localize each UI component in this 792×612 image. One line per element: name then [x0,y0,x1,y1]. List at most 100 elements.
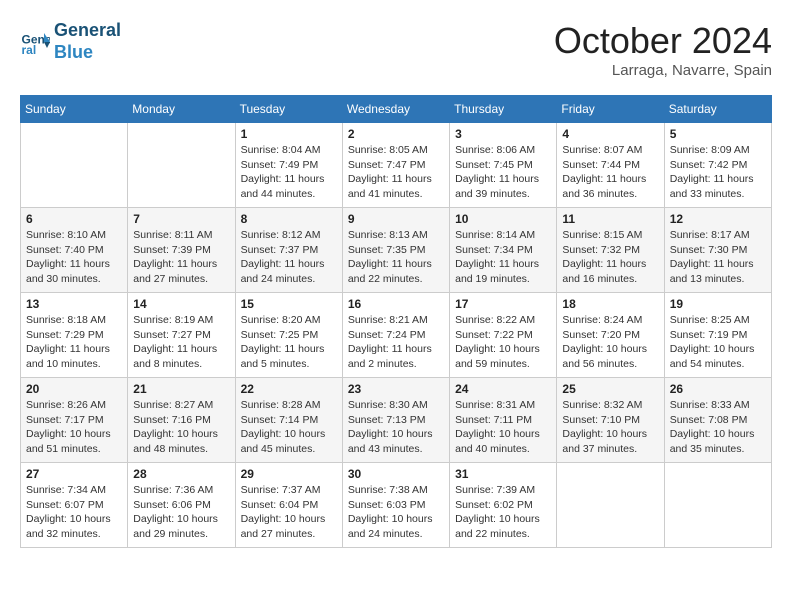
calendar-cell: 30 Sunrise: 7:38 AMSunset: 6:03 PMDayligh… [342,463,449,548]
calendar-cell: 25Sunrise: 8:32 AMSunset: 7:10 PMDayligh… [557,378,664,463]
location: Larraga, Navarre, Spain [554,62,772,79]
calendar-cell: 15 Sunrise: 8:20 AMSunset: 7:25 PMDayligh… [235,293,342,378]
calendar-cell [557,463,664,548]
calendar-cell: 27 Sunrise: 7:34 AMSunset: 6:07 PMDayligh… [21,463,128,548]
cell-content: Sunrise: 8:21 AMSunset: 7:24 PMDaylight:… [348,313,444,372]
title-block: October 2024 Larraga, Navarre, Spain [554,20,772,79]
day-number: 29 [241,467,337,481]
calendar-cell: 9 Sunrise: 8:13 AMSunset: 7:35 PMDaylight… [342,208,449,293]
day-number: 20 [26,382,122,396]
day-number: 14 [133,297,229,311]
logo-text-general: General [54,20,121,42]
day-number: 18 [562,297,658,311]
day-number: 4 [562,127,658,141]
calendar-cell: 31 Sunrise: 7:39 AMSunset: 6:02 PMDayligh… [450,463,557,548]
day-number: 16 [348,297,444,311]
day-header-saturday: Saturday [664,96,771,123]
calendar-cell: 13 Sunrise: 8:18 AMSunset: 7:29 PMDayligh… [21,293,128,378]
calendar-cell: 11Sunrise: 8:15 AMSunset: 7:32 PMDayligh… [557,208,664,293]
svg-text:ral: ral [22,43,37,57]
cell-content: Sunrise: 7:37 AMSunset: 6:04 PMDaylight:… [241,483,337,542]
calendar-cell: 6 Sunrise: 8:10 AMSunset: 7:40 PMDaylight… [21,208,128,293]
day-number: 12 [670,212,766,226]
day-number: 22 [241,382,337,396]
day-number: 5 [670,127,766,141]
day-number: 10 [455,212,551,226]
cell-content: Sunrise: 7:36 AMSunset: 6:06 PMDaylight:… [133,483,229,542]
cell-content: Sunrise: 8:10 AMSunset: 7:40 PMDaylight:… [26,228,122,287]
cell-content: Sunrise: 8:20 AMSunset: 7:25 PMDaylight:… [241,313,337,372]
day-number: 8 [241,212,337,226]
calendar-week-3: 13 Sunrise: 8:18 AMSunset: 7:29 PMDayligh… [21,293,772,378]
calendar-cell: 12Sunrise: 8:17 AMSunset: 7:30 PMDayligh… [664,208,771,293]
calendar-cell: 24 Sunrise: 8:31 AMSunset: 7:11 PMDayligh… [450,378,557,463]
calendar-cell: 29 Sunrise: 7:37 AMSunset: 6:04 PMDayligh… [235,463,342,548]
cell-content: Sunrise: 8:18 AMSunset: 7:29 PMDaylight:… [26,313,122,372]
cell-content: Sunrise: 8:06 AMSunset: 7:45 PMDaylight:… [455,143,551,202]
cell-content: Sunrise: 8:09 AMSunset: 7:42 PMDaylight:… [670,143,766,202]
month-title: October 2024 [554,20,772,62]
calendar-cell: 14 Sunrise: 8:19 AMSunset: 7:27 PMDayligh… [128,293,235,378]
calendar-week-5: 27 Sunrise: 7:34 AMSunset: 6:07 PMDayligh… [21,463,772,548]
day-number: 19 [670,297,766,311]
day-number: 3 [455,127,551,141]
cell-content: Sunrise: 8:12 AMSunset: 7:37 PMDaylight:… [241,228,337,287]
calendar-cell: 18 Sunrise: 8:24 AMSunset: 7:20 PMDayligh… [557,293,664,378]
cell-content: Sunrise: 8:19 AMSunset: 7:27 PMDaylight:… [133,313,229,372]
day-number: 24 [455,382,551,396]
calendar-cell: 3 Sunrise: 8:06 AMSunset: 7:45 PMDaylight… [450,123,557,208]
calendar-cell: 1Sunrise: 8:04 AMSunset: 7:49 PMDaylight… [235,123,342,208]
calendar-cell: 20 Sunrise: 8:26 AMSunset: 7:17 PMDayligh… [21,378,128,463]
day-header-thursday: Thursday [450,96,557,123]
calendar-cell: 22 Sunrise: 8:28 AMSunset: 7:14 PMDayligh… [235,378,342,463]
calendar-week-1: 1Sunrise: 8:04 AMSunset: 7:49 PMDaylight… [21,123,772,208]
calendar-week-2: 6 Sunrise: 8:10 AMSunset: 7:40 PMDaylight… [21,208,772,293]
day-header-friday: Friday [557,96,664,123]
calendar-cell: 28Sunrise: 7:36 AMSunset: 6:06 PMDayligh… [128,463,235,548]
page-header: Gene ral General Blue October 2024 Larra… [20,20,772,79]
calendar-cell: 10 Sunrise: 8:14 AMSunset: 7:34 PMDayligh… [450,208,557,293]
cell-content: Sunrise: 8:28 AMSunset: 7:14 PMDaylight:… [241,398,337,457]
day-header-sunday: Sunday [21,96,128,123]
cell-content: Sunrise: 8:14 AMSunset: 7:34 PMDaylight:… [455,228,551,287]
logo-icon: Gene ral [20,27,50,57]
cell-content: Sunrise: 8:04 AMSunset: 7:49 PMDaylight:… [241,143,337,202]
cell-content: Sunrise: 7:38 AMSunset: 6:03 PMDaylight:… [348,483,444,542]
cell-content: Sunrise: 8:13 AMSunset: 7:35 PMDaylight:… [348,228,444,287]
cell-content: Sunrise: 7:39 AMSunset: 6:02 PMDaylight:… [455,483,551,542]
calendar-table: SundayMondayTuesdayWednesdayThursdayFrid… [20,95,772,548]
day-number: 13 [26,297,122,311]
day-number: 15 [241,297,337,311]
calendar-cell: 7 Sunrise: 8:11 AMSunset: 7:39 PMDaylight… [128,208,235,293]
calendar-cell: 16 Sunrise: 8:21 AMSunset: 7:24 PMDayligh… [342,293,449,378]
cell-content: Sunrise: 8:24 AMSunset: 7:20 PMDaylight:… [562,313,658,372]
day-number: 26 [670,382,766,396]
day-number: 2 [348,127,444,141]
logo-text-blue: Blue [54,42,121,64]
calendar-cell: 17Sunrise: 8:22 AMSunset: 7:22 PMDayligh… [450,293,557,378]
calendar-cell: 26Sunrise: 8:33 AMSunset: 7:08 PMDayligh… [664,378,771,463]
calendar-cell [128,123,235,208]
cell-content: Sunrise: 7:34 AMSunset: 6:07 PMDaylight:… [26,483,122,542]
day-number: 7 [133,212,229,226]
day-number: 9 [348,212,444,226]
day-number: 27 [26,467,122,481]
calendar-cell: 5 Sunrise: 8:09 AMSunset: 7:42 PMDaylight… [664,123,771,208]
cell-content: Sunrise: 8:15 AMSunset: 7:32 PMDaylight:… [562,228,658,287]
day-number: 6 [26,212,122,226]
cell-content: Sunrise: 8:27 AMSunset: 7:16 PMDaylight:… [133,398,229,457]
day-number: 30 [348,467,444,481]
calendar-cell: 2 Sunrise: 8:05 AMSunset: 7:47 PMDaylight… [342,123,449,208]
day-header-monday: Monday [128,96,235,123]
calendar-cell: 8 Sunrise: 8:12 AMSunset: 7:37 PMDaylight… [235,208,342,293]
day-number: 31 [455,467,551,481]
day-number: 23 [348,382,444,396]
calendar-cell [21,123,128,208]
cell-content: Sunrise: 8:11 AMSunset: 7:39 PMDaylight:… [133,228,229,287]
day-header-wednesday: Wednesday [342,96,449,123]
cell-content: Sunrise: 8:31 AMSunset: 7:11 PMDaylight:… [455,398,551,457]
cell-content: Sunrise: 8:07 AMSunset: 7:44 PMDaylight:… [562,143,658,202]
cell-content: Sunrise: 8:26 AMSunset: 7:17 PMDaylight:… [26,398,122,457]
calendar-cell: 21Sunrise: 8:27 AMSunset: 7:16 PMDayligh… [128,378,235,463]
cell-content: Sunrise: 8:05 AMSunset: 7:47 PMDaylight:… [348,143,444,202]
